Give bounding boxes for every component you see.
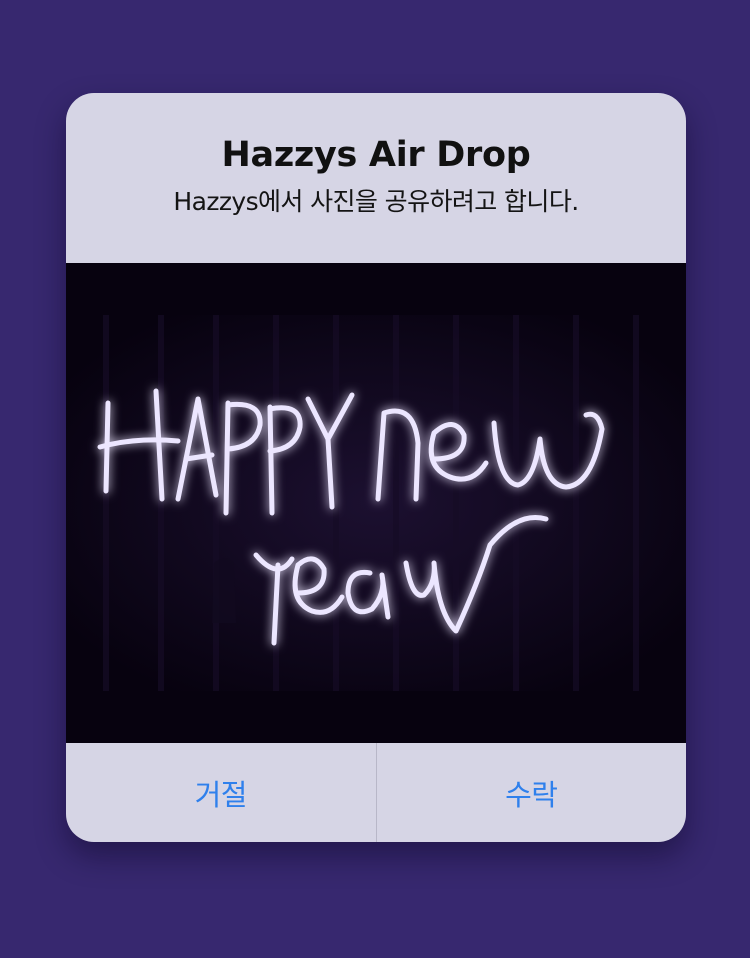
dialog-title: Hazzys Air Drop — [221, 135, 531, 175]
screen: Hazzys Air Drop Hazzys에서 사진을 공유하려고 합니다. — [0, 0, 750, 958]
light-painting-image — [66, 263, 686, 743]
dialog-actions: 거절 수락 — [66, 743, 686, 842]
accept-button[interactable]: 수락 — [377, 743, 687, 842]
dialog-header: Hazzys Air Drop Hazzys에서 사진을 공유하려고 합니다. — [66, 93, 686, 263]
decline-button[interactable]: 거절 — [66, 743, 376, 842]
shared-photo-preview — [66, 263, 686, 743]
airdrop-dialog: Hazzys Air Drop Hazzys에서 사진을 공유하려고 합니다. — [66, 93, 686, 842]
dialog-message: Hazzys에서 사진을 공유하려고 합니다. — [173, 187, 579, 216]
